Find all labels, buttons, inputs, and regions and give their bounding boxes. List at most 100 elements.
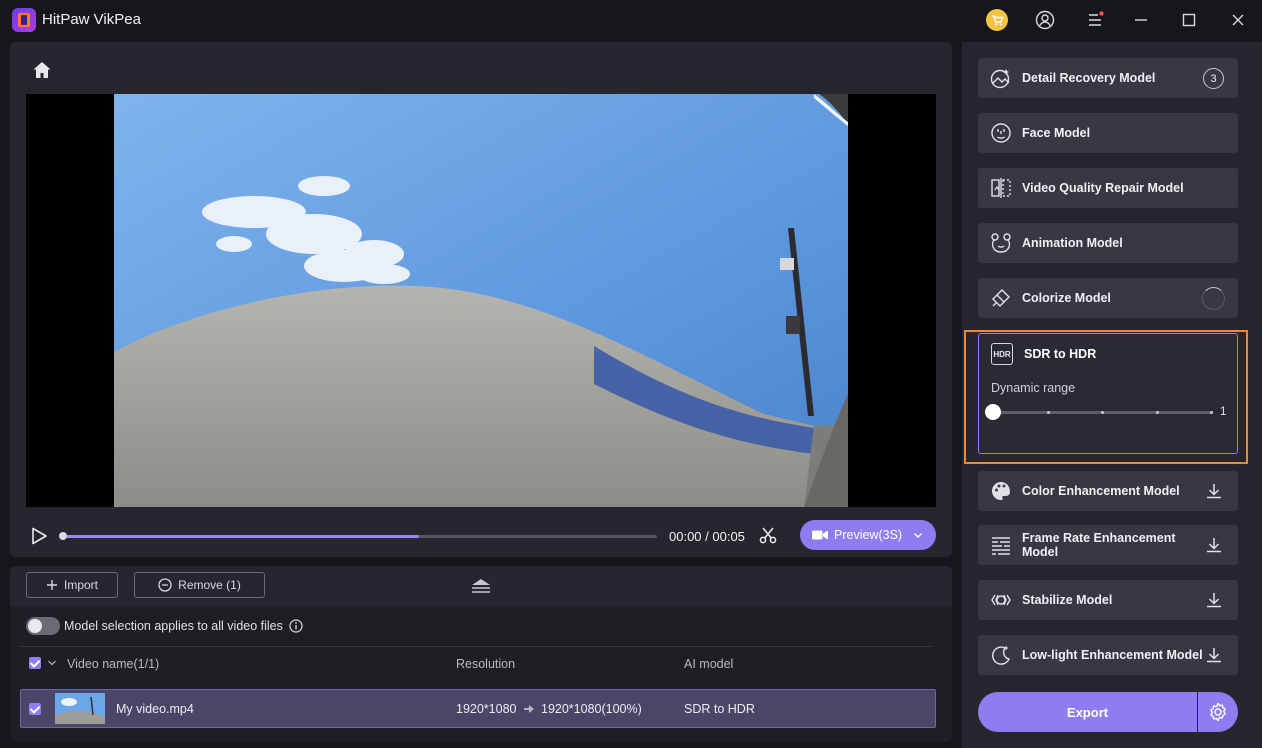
header-resolution: Resolution (456, 657, 516, 671)
colorize-label: Colorize Model (1022, 291, 1111, 305)
settings-button[interactable] (1198, 692, 1238, 732)
header-video-name: Video name(1/1) (67, 657, 160, 671)
time-display: 00:00 / 00:05 (669, 529, 745, 544)
camera-icon (812, 530, 828, 540)
remove-button[interactable]: Remove (1) (134, 572, 265, 598)
table-row[interactable]: My video.mp4 1920*1080 1920*1080(100%) S… (20, 689, 936, 728)
export-button[interactable]: Export (978, 692, 1197, 732)
stabilize-model[interactable]: Stabilize Model (978, 580, 1238, 620)
face-icon (991, 123, 1011, 143)
dynamic-range-slider[interactable] (993, 411, 1213, 414)
repair-icon (991, 178, 1011, 198)
video-thumbnail (55, 693, 105, 724)
arrow-right-icon (524, 705, 534, 713)
stabilize-icon (991, 594, 1011, 606)
frame-rate-icon (992, 537, 1010, 555)
download-icon[interactable] (1204, 590, 1224, 610)
video-quality-repair-label: Video Quality Repair Model (1022, 181, 1184, 195)
colorize-model[interactable]: Colorize Model (978, 278, 1238, 318)
progress-fill (62, 535, 419, 538)
frame-rate-label-line1: Frame Rate Enhancement (1022, 531, 1176, 545)
moon-icon (992, 645, 1010, 665)
frame-rate-enhancement-model[interactable]: Frame Rate Enhancement Model (978, 525, 1238, 565)
dynamic-range-value: 1 (1220, 406, 1227, 418)
progress-knob[interactable] (59, 532, 67, 540)
chevron-down-icon[interactable] (47, 658, 57, 668)
app-title: HitPaw VikPea (42, 11, 141, 28)
row-file-name: My video.mp4 (116, 702, 194, 716)
video-frame (114, 94, 848, 507)
close-icon[interactable] (1227, 9, 1249, 31)
play-button[interactable] (29, 526, 49, 546)
palette-icon (992, 482, 1010, 500)
video-player[interactable] (26, 94, 936, 507)
minus-circle-icon (158, 578, 172, 592)
gear-icon (1210, 702, 1226, 722)
file-list-panel: Import Remove (1) Model selection applie… (10, 566, 952, 742)
sdr-to-hdr-model[interactable]: HDR SDR to HDR Dynamic range 1 (978, 333, 1238, 454)
apply-all-row: Model selection applies to all video fil… (26, 616, 303, 636)
apply-all-toggle[interactable] (26, 617, 60, 635)
minimize-icon[interactable] (1130, 9, 1152, 31)
info-icon[interactable] (289, 619, 303, 633)
low-light-label: Low-light Enhancement Model (1022, 648, 1203, 662)
account-icon[interactable] (1034, 9, 1056, 31)
row-res-to: 1920*1080(100%) (541, 702, 642, 716)
dynamic-range-label: Dynamic range (991, 381, 1076, 395)
chevron-down-icon[interactable] (912, 529, 924, 541)
face-label: Face Model (1022, 126, 1091, 140)
list-header: Video name(1/1) Resolution AI model (20, 652, 932, 676)
divider (20, 646, 932, 647)
maximize-icon[interactable] (1178, 9, 1200, 31)
title-bar: HitPaw VikPea (0, 0, 1262, 40)
home-icon[interactable] (31, 59, 53, 81)
animation-model[interactable]: Animation Model (978, 223, 1238, 263)
slider-tick (1047, 411, 1050, 414)
preview-panel: 00:00 / 00:05 Preview(3S) (10, 42, 952, 557)
video-quality-repair-model[interactable]: Video Quality Repair Model (978, 168, 1238, 208)
color-enhancement-model[interactable]: Color Enhancement Model (978, 471, 1238, 511)
import-label: Import (63, 578, 98, 592)
low-light-enhancement-model[interactable]: Low-light Enhancement Model (978, 635, 1238, 675)
loading-spinner-icon (1202, 287, 1225, 310)
row-checkbox[interactable] (29, 703, 41, 715)
detail-recovery-model[interactable]: Detail Recovery Model 3 (978, 58, 1238, 98)
animation-label: Animation Model (1022, 236, 1123, 250)
apply-all-label: Model selection applies to all video fil… (64, 619, 283, 633)
row-ai-model: SDR to HDR (684, 702, 755, 716)
import-button[interactable]: Import (26, 572, 118, 598)
download-icon[interactable] (1204, 535, 1224, 555)
scissors-icon[interactable] (758, 525, 778, 545)
color-enhancement-label: Color Enhancement Model (1022, 484, 1180, 498)
frame-rate-label-line2: Model (1022, 545, 1059, 559)
face-model[interactable]: Face Model (978, 113, 1238, 153)
sdr-to-hdr-label: SDR to HDR (1024, 347, 1097, 361)
plus-icon (46, 580, 57, 590)
progress-bar[interactable] (59, 532, 657, 540)
animation-icon (991, 233, 1011, 253)
row-res-from: 1920*1080 (456, 702, 517, 716)
download-icon[interactable] (1204, 645, 1224, 665)
slider-tick (1156, 411, 1159, 414)
count-badge: 3 (1203, 68, 1224, 89)
detail-recovery-icon (990, 69, 1010, 89)
hdr-icon: HDR (991, 343, 1013, 365)
stabilize-label: Stabilize Model (1022, 593, 1113, 607)
app-logo (12, 8, 36, 32)
cart-icon[interactable] (986, 9, 1008, 31)
slider-knob[interactable] (985, 404, 1001, 420)
player-controls: 00:00 / 00:05 Preview(3S) (26, 520, 936, 552)
remove-label: Remove (1) (178, 578, 241, 592)
preview-label: Preview(3S) (834, 528, 903, 542)
preview-button[interactable]: Preview(3S) (800, 520, 936, 550)
detail-recovery-label: Detail Recovery Model (1022, 71, 1156, 85)
header-ai-model: AI model (684, 657, 734, 671)
menu-icon[interactable] (1084, 9, 1106, 31)
collapse-icon[interactable] (470, 577, 492, 595)
download-icon[interactable] (1204, 481, 1224, 501)
frame-rate-label: Frame Rate Enhancement Model (1022, 531, 1202, 559)
list-toolbar: Import Remove (1) (10, 566, 952, 606)
slider-tick (1210, 411, 1213, 414)
select-all-checkbox[interactable] (29, 657, 41, 669)
brush-icon (992, 289, 1010, 307)
